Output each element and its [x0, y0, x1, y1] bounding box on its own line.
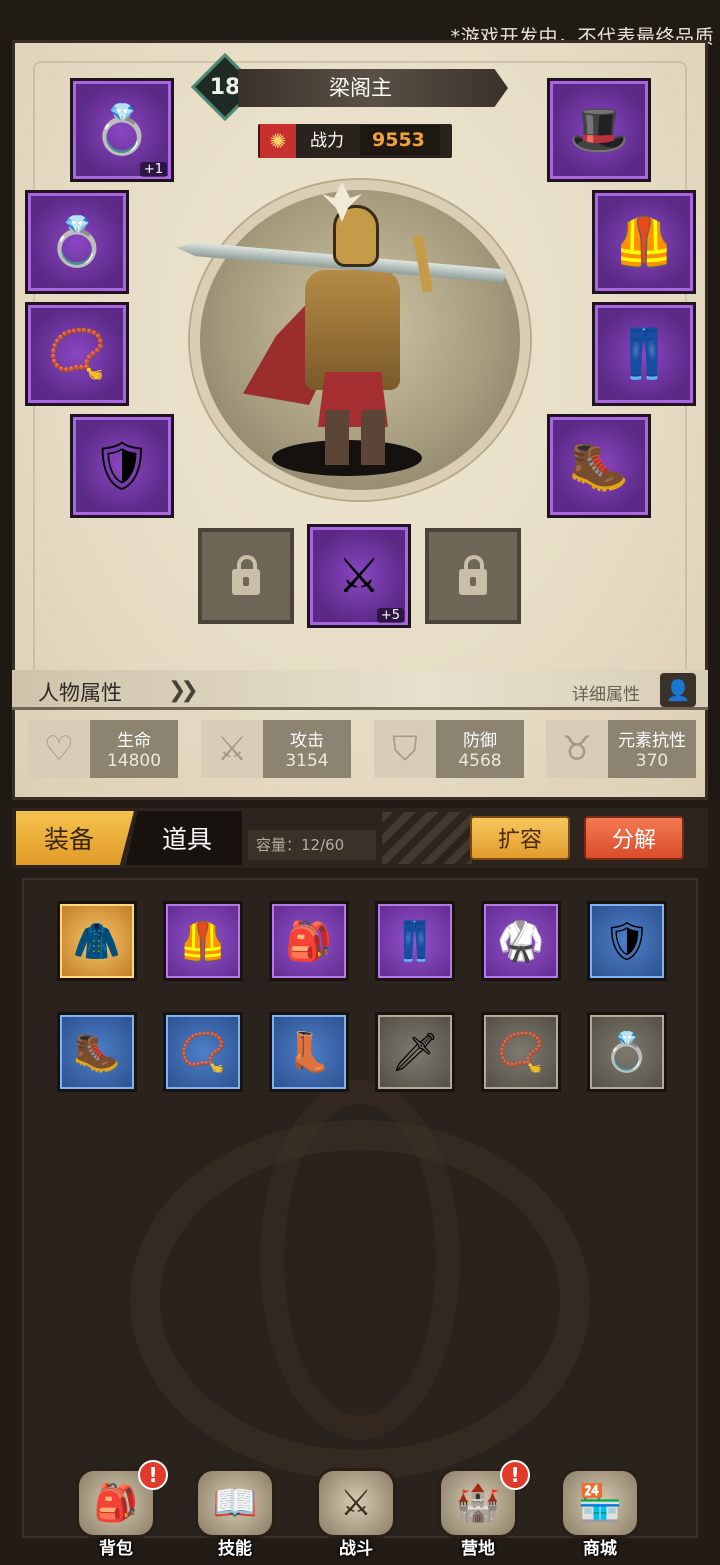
- person-icon: 👤: [665, 678, 691, 702]
- nav-camp[interactable]: 🏰 ! 营地: [430, 1460, 530, 1562]
- lock-icon: [459, 555, 487, 595]
- stat-value: 370: [635, 751, 669, 771]
- shop-icon: 🏪: [560, 1468, 640, 1538]
- inventory-item[interactable]: 📿: [481, 1012, 561, 1092]
- ring-slot-1[interactable]: 💍 +1: [70, 78, 174, 182]
- inventory-item[interactable]: 🥋: [481, 901, 561, 981]
- power-icon: ✺: [260, 124, 296, 158]
- stat-value: 4568: [458, 751, 502, 771]
- amulet-icon: 📿: [179, 1029, 227, 1074]
- nav-battle[interactable]: ⚔ 战斗: [308, 1462, 404, 1562]
- vest-icon: 🥋: [497, 918, 545, 963]
- nav-label: 战斗: [339, 1539, 373, 1559]
- nav-label: 技能: [218, 1539, 252, 1559]
- stat-hp: ♡ 生命 14800: [28, 720, 178, 778]
- cloak-icon: 🧥: [73, 918, 121, 963]
- power-value: 9553: [360, 125, 440, 155]
- nav-shop[interactable]: 🏪 商城: [552, 1462, 648, 1562]
- expand-button[interactable]: 扩容: [470, 816, 570, 860]
- attack-icon: ⚔: [216, 729, 248, 769]
- capacity-text: 容量：12/60: [248, 830, 376, 860]
- enhance-level: +1: [139, 162, 167, 177]
- boots-icon: 👢: [285, 1029, 333, 1074]
- dagger-icon: 🗡: [390, 1029, 440, 1074]
- locked-slot-1[interactable]: [198, 528, 294, 624]
- hat-slot[interactable]: 🎩: [547, 78, 651, 182]
- stat-label: 攻击: [290, 731, 324, 751]
- tab-items[interactable]: 道具: [126, 811, 242, 865]
- sword-icon: ⚔: [337, 548, 381, 604]
- tab-equipment[interactable]: 装备: [16, 811, 134, 865]
- chest-armor-icon: 🦺: [614, 214, 674, 270]
- stat-element-resist: ♉ 元素抗性 370: [546, 720, 696, 778]
- detail-attributes-link[interactable]: 详细属性: [572, 680, 640, 705]
- power-label: 战力: [310, 131, 344, 151]
- nav-label: 商城: [583, 1539, 617, 1559]
- inventory-item[interactable]: 🥾: [57, 1012, 137, 1092]
- decompose-button[interactable]: 分解: [584, 816, 684, 860]
- inventory-item[interactable]: 🗡: [375, 1012, 455, 1092]
- pants-slot[interactable]: 👖: [592, 302, 696, 406]
- stat-attack: ⚔ 攻击 3154: [201, 720, 351, 778]
- character-legs: [325, 410, 385, 465]
- chest-armor-icon: 🦺: [179, 918, 227, 963]
- inventory-item[interactable]: 🛡: [587, 901, 667, 981]
- amulet-icon: 📿: [47, 326, 107, 382]
- boots-icon: 🥾: [569, 438, 629, 494]
- heart-icon: ♡: [43, 729, 75, 769]
- stat-label: 生命: [117, 731, 151, 751]
- hero-name: 梁阁主: [329, 76, 392, 100]
- inventory-item[interactable]: 🎒: [269, 901, 349, 981]
- inventory-item[interactable]: 🦺: [163, 901, 243, 981]
- shield-slot[interactable]: 🛡: [70, 414, 174, 518]
- hat-icon: 🎩: [569, 102, 629, 158]
- inventory-item[interactable]: 🧥: [57, 901, 137, 981]
- belt-icon: 🎒: [285, 918, 333, 963]
- stat-label: 元素抗性: [618, 731, 686, 751]
- element-icon: ♉: [561, 729, 593, 769]
- boots-icon: 🥾: [73, 1029, 121, 1074]
- skill-book-icon: 📖: [195, 1468, 275, 1538]
- detail-attributes-button[interactable]: 👤: [660, 673, 696, 707]
- toolbar-decoration: [382, 812, 472, 864]
- nav-label: 营地: [461, 1539, 495, 1559]
- alert-badge: !: [500, 1460, 530, 1490]
- nav-label: 背包: [99, 1539, 133, 1559]
- inventory-item[interactable]: 💍: [587, 1012, 667, 1092]
- ring-icon: 💍: [47, 214, 107, 270]
- locked-slot-2[interactable]: [425, 528, 521, 624]
- nav-backpack[interactable]: 🎒 ! 背包: [68, 1460, 168, 1562]
- lock-icon: [232, 555, 260, 595]
- chevron-right-icon: ❯❯: [168, 678, 199, 703]
- defense-icon: ⛉: [392, 729, 418, 769]
- inventory-item[interactable]: 📿: [163, 1012, 243, 1092]
- ring-slot-2[interactable]: 💍: [25, 190, 129, 294]
- alert-badge: !: [138, 1460, 168, 1490]
- ring-icon: 💍: [603, 1029, 651, 1074]
- inventory-item[interactable]: 👖: [375, 901, 455, 981]
- background-emblem: [260, 1080, 460, 1440]
- stat-defense: ⛉ 防御 4568: [374, 720, 524, 778]
- pants-icon: 👖: [391, 918, 439, 963]
- attributes-title: 人物属性: [38, 681, 122, 705]
- nav-skills[interactable]: 📖 技能: [187, 1462, 283, 1562]
- shield-icon: 🛡: [602, 918, 652, 963]
- stat-value: 14800: [106, 751, 162, 771]
- inventory-item[interactable]: 👢: [269, 1012, 349, 1092]
- chest-slot[interactable]: 🦺: [592, 190, 696, 294]
- boots-slot[interactable]: 🥾: [547, 414, 651, 518]
- weapon-slot[interactable]: ⚔ +5: [307, 524, 411, 628]
- stat-value: 3154: [285, 751, 329, 771]
- stat-label: 防御: [463, 731, 497, 751]
- battle-icon: ⚔: [316, 1468, 396, 1538]
- shield-icon: 🛡: [91, 438, 153, 494]
- ring-icon: 💍: [92, 102, 152, 158]
- enhance-level: +5: [376, 608, 404, 623]
- amulet-icon: 📿: [497, 1029, 545, 1074]
- amulet-slot[interactable]: 📿: [25, 302, 129, 406]
- pants-icon: 👖: [614, 326, 674, 382]
